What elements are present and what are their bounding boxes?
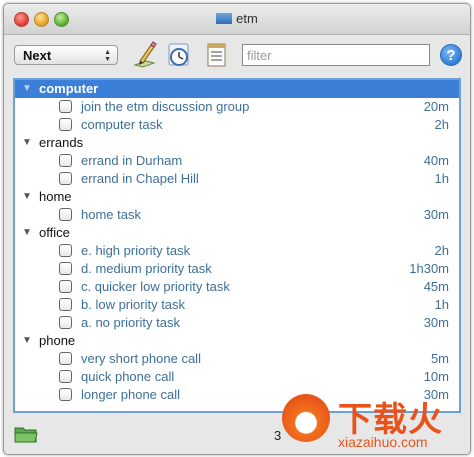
group-row-errands[interactable]: ▼ errands	[15, 134, 459, 152]
task-label: errand in Chapel Hill	[81, 171, 199, 186]
task-checkbox[interactable]	[59, 298, 72, 311]
watermark-logo-icon	[282, 394, 330, 442]
group-row-phone[interactable]: ▼ phone	[15, 332, 459, 350]
task-row[interactable]: c. quicker low priority task 45m	[15, 278, 459, 296]
app-window: etm Next ▲ ▼ filter ? ▼ computer join th…	[3, 3, 471, 455]
task-row[interactable]: quick phone call 10m	[15, 368, 459, 386]
task-label: home task	[81, 207, 141, 222]
group-row-computer[interactable]: ▼ computer	[15, 80, 459, 98]
view-select-value: Next	[23, 48, 52, 63]
task-label: join the etm discussion group	[81, 99, 250, 114]
task-duration: 45m	[423, 279, 449, 294]
task-row[interactable]: errand in Durham 40m	[15, 152, 459, 170]
folder-icon[interactable]	[14, 424, 38, 444]
disclosure-triangle-icon[interactable]: ▼	[22, 224, 32, 242]
disclosure-triangle-icon[interactable]: ▼	[22, 188, 32, 206]
task-label: b. low priority task	[81, 297, 186, 312]
task-checkbox[interactable]	[59, 262, 72, 275]
task-checkbox[interactable]	[59, 208, 72, 221]
title-bar: etm	[4, 4, 470, 35]
toolbar: Next ▲▼ ?	[4, 35, 470, 77]
task-row[interactable]: e. high priority task 2h	[15, 242, 459, 260]
group-label: home	[39, 189, 72, 204]
task-row[interactable]: join the etm discussion group 20m	[15, 98, 459, 116]
app-icon	[216, 13, 233, 24]
task-duration: 2h	[434, 117, 449, 132]
task-duration: 5m	[430, 351, 449, 366]
watermark-url: xiazaihuo.com	[338, 434, 428, 450]
task-label: computer task	[81, 117, 163, 132]
task-label: quick phone call	[81, 369, 175, 384]
list-icon[interactable]	[204, 41, 230, 69]
task-checkbox[interactable]	[59, 118, 72, 131]
task-duration: 10m	[423, 369, 449, 384]
group-label: computer	[39, 81, 99, 96]
task-duration: 40m	[423, 153, 449, 168]
group-row-home[interactable]: ▼ home	[15, 188, 459, 206]
task-checkbox[interactable]	[59, 280, 72, 293]
task-row[interactable]: computer task 2h	[15, 116, 459, 134]
task-label: errand in Durham	[81, 153, 183, 168]
task-duration: 1h	[434, 297, 449, 312]
task-duration: 1h30m	[409, 261, 449, 276]
task-duration: 2h	[434, 243, 449, 258]
clock-icon[interactable]	[166, 41, 192, 69]
task-duration: 30m	[423, 315, 449, 330]
window-title-text: etm	[236, 11, 258, 26]
task-checkbox[interactable]	[59, 388, 72, 401]
task-row[interactable]: home task 30m	[15, 206, 459, 224]
task-row[interactable]: very short phone call 5m	[15, 350, 459, 368]
task-duration: 20m	[423, 99, 449, 114]
task-duration: 30m	[423, 207, 449, 222]
task-checkbox[interactable]	[59, 100, 72, 113]
task-label: longer phone call	[81, 387, 181, 402]
edit-icon[interactable]	[132, 41, 158, 69]
group-label: phone	[39, 333, 76, 348]
task-checkbox[interactable]	[59, 316, 72, 329]
task-label: c. quicker low priority task	[81, 279, 230, 294]
watermark: 下载火 xiazaihuo.com	[276, 390, 472, 456]
view-select[interactable]: Next ▲ ▼	[14, 45, 118, 65]
task-label: a. no priority task	[81, 315, 180, 330]
task-row[interactable]: b. low priority task 1h	[15, 296, 459, 314]
group-label: office	[39, 225, 70, 240]
task-checkbox[interactable]	[59, 244, 72, 257]
task-checkbox[interactable]	[59, 352, 72, 365]
task-row[interactable]: a. no priority task 30m	[15, 314, 459, 332]
task-label: e. high priority task	[81, 243, 191, 258]
task-row[interactable]: d. medium priority task 1h30m	[15, 260, 459, 278]
task-checkbox[interactable]	[59, 154, 72, 167]
task-checkbox[interactable]	[59, 172, 72, 185]
filter-input[interactable]	[242, 44, 430, 66]
task-label: d. medium priority task	[81, 261, 212, 276]
chevron-updown-icon: ▲ ▼	[104, 49, 111, 63]
disclosure-triangle-icon[interactable]: ▼	[22, 332, 32, 350]
task-row[interactable]: errand in Chapel Hill 1h	[15, 170, 459, 188]
group-label: errands	[39, 135, 84, 150]
disclosure-triangle-icon[interactable]: ▼	[22, 134, 32, 152]
disclosure-triangle-icon[interactable]: ▼	[22, 80, 32, 98]
window-title: etm	[4, 11, 470, 26]
help-button[interactable]: ?	[440, 44, 462, 66]
task-duration: 1h	[434, 171, 449, 186]
task-label: very short phone call	[81, 351, 201, 366]
task-list: ▼ computer join the etm discussion group 20…	[15, 80, 459, 404]
group-row-office[interactable]: ▼ office	[15, 224, 459, 242]
task-checkbox[interactable]	[59, 370, 72, 383]
task-outline: ▼ computer join the etm discussion group 20…	[13, 78, 461, 413]
